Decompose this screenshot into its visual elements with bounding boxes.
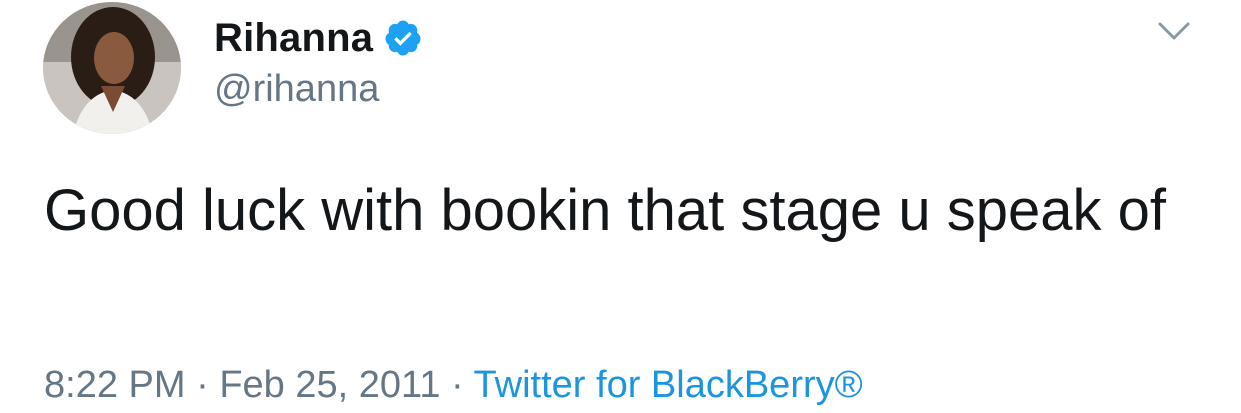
- tweet-meta: 8:22 PM · Feb 25, 2011 · Twitter for Bla…: [44, 364, 863, 407]
- tweet-card: Rihanna @rihanna Good luck with bookin t…: [0, 0, 1241, 413]
- avatar-image: [43, 2, 181, 134]
- tweet-text: Good luck with bookin that stage u speak…: [44, 178, 1167, 243]
- meta-separator: ·: [440, 364, 474, 406]
- author-display-name[interactable]: Rihanna: [214, 16, 373, 61]
- verified-badge-icon: [383, 18, 423, 58]
- meta-separator: ·: [185, 364, 220, 406]
- tweet-source-link[interactable]: Twitter for BlackBerry®: [474, 364, 863, 406]
- author-handle[interactable]: @rihanna: [214, 68, 379, 111]
- chevron-down-icon[interactable]: [1154, 16, 1194, 46]
- author-name-row: Rihanna: [214, 12, 423, 64]
- tweet-time[interactable]: 8:22 PM: [44, 364, 186, 406]
- avatar[interactable]: [43, 2, 181, 134]
- tweet-date[interactable]: Feb 25, 2011: [219, 364, 440, 406]
